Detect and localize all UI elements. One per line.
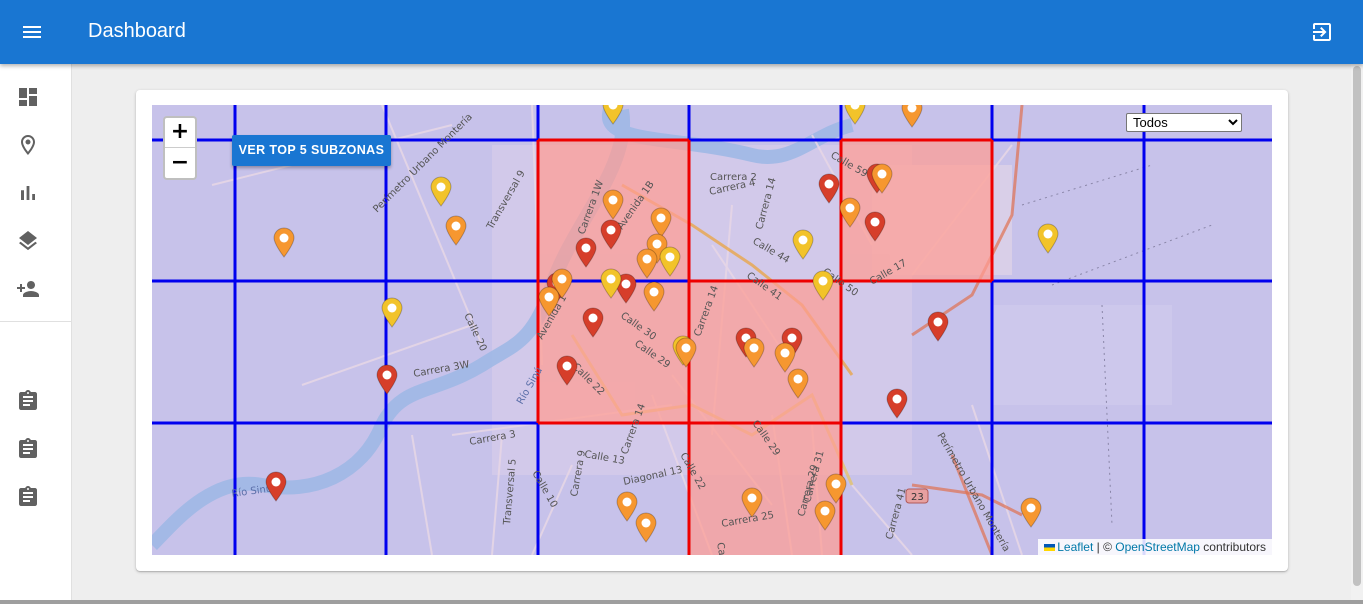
location-pin-icon[interactable] (16, 133, 40, 157)
dashboard-icon[interactable] (16, 85, 40, 109)
orange-marker[interactable] (901, 105, 923, 128)
layers-icon[interactable] (16, 229, 40, 253)
top-5-subzones-button[interactable]: VER TOP 5 SUBZONAS (232, 135, 391, 166)
side-drawer (0, 64, 72, 604)
yellow-marker[interactable] (600, 268, 622, 299)
orange-marker[interactable] (825, 473, 847, 504)
yellow-marker[interactable] (659, 246, 681, 277)
orange-marker[interactable] (774, 342, 796, 373)
red-marker[interactable] (376, 364, 398, 395)
orange-marker[interactable] (741, 487, 763, 518)
ukraine-flag-icon (1044, 544, 1056, 552)
clipboard-icon[interactable] (16, 389, 40, 413)
yellow-marker[interactable] (381, 297, 403, 328)
page-scrollbar[interactable] (1351, 64, 1363, 604)
yellow-marker[interactable] (1037, 223, 1059, 254)
orange-marker[interactable] (814, 500, 836, 531)
add-person-icon[interactable] (16, 277, 40, 301)
orange-marker[interactable] (643, 281, 665, 312)
red-marker[interactable] (886, 388, 908, 419)
logout-icon[interactable] (1310, 20, 1334, 44)
orange-marker[interactable] (273, 227, 295, 258)
zoom-in-button[interactable]: + (165, 118, 195, 148)
zoom-control: + − (163, 116, 197, 180)
orange-marker[interactable] (839, 197, 861, 228)
page-title: Dashboard (88, 20, 186, 42)
drawer-divider (0, 321, 71, 322)
orange-marker[interactable] (1020, 497, 1042, 528)
app-bar: Dashboard (0, 0, 1363, 64)
menu-icon[interactable] (20, 20, 44, 44)
red-marker[interactable] (556, 355, 578, 386)
orange-marker[interactable] (787, 368, 809, 399)
orange-marker[interactable] (445, 215, 467, 246)
orange-marker[interactable] (616, 491, 638, 522)
map[interactable]: Carrera 2 Carrera 4 Calle 59 Calle 44 Ca… (152, 105, 1272, 555)
clipboard-icon[interactable] (16, 485, 40, 509)
orange-marker[interactable] (538, 286, 560, 317)
red-marker[interactable] (864, 211, 886, 242)
red-marker[interactable] (265, 471, 287, 502)
orange-marker[interactable] (650, 207, 672, 238)
red-marker[interactable] (818, 173, 840, 204)
category-filter-select[interactable]: Todos (1126, 113, 1242, 132)
leaflet-link[interactable]: Leaflet (1057, 540, 1093, 554)
clipboard-icon[interactable] (16, 437, 40, 461)
orange-marker[interactable] (635, 512, 657, 543)
bar-chart-icon[interactable] (16, 181, 40, 205)
orange-marker[interactable] (743, 337, 765, 368)
attribution-separator: | © (1093, 540, 1116, 554)
markers-layer (265, 105, 1059, 543)
yellow-marker[interactable] (844, 105, 866, 125)
osm-link[interactable]: OpenStreetMap (1115, 540, 1200, 554)
orange-marker[interactable] (602, 189, 624, 220)
orange-marker[interactable] (675, 337, 697, 368)
red-marker[interactable] (927, 311, 949, 342)
red-marker[interactable] (575, 237, 597, 268)
attribution-suffix: contributors (1199, 540, 1266, 554)
yellow-marker[interactable] (602, 105, 624, 125)
red-marker[interactable] (600, 219, 622, 250)
yellow-marker[interactable] (792, 229, 814, 260)
red-marker[interactable] (582, 307, 604, 338)
yellow-marker[interactable] (812, 270, 834, 301)
bottom-edge (0, 600, 1363, 604)
map-attribution: Leaflet | © OpenStreetMap contributors (1038, 539, 1272, 555)
zoom-out-button[interactable]: − (165, 148, 195, 178)
scrollbar-thumb[interactable] (1353, 66, 1361, 586)
yellow-marker[interactable] (430, 176, 452, 207)
orange-marker[interactable] (636, 248, 658, 279)
